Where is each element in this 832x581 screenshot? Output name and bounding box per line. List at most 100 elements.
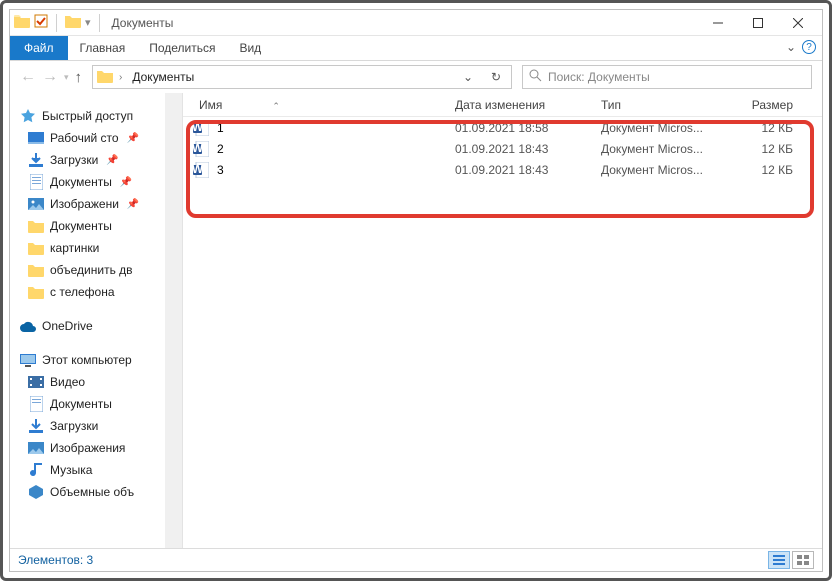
ribbon: Файл Главная Поделиться Вид ⌄ ?	[10, 36, 822, 61]
close-button[interactable]	[778, 10, 818, 36]
nav-row: ← → ▾ ↑ › Документы ⌄ ↻ Поиск: Документы	[10, 61, 822, 93]
address-bar[interactable]: › Документы ⌄ ↻	[92, 65, 512, 89]
sidebar-item-folder[interactable]: объединить дв	[10, 259, 182, 281]
sidebar-label: Музыка	[50, 463, 92, 477]
file-type: Документ Micros...	[601, 163, 731, 177]
nav-forward-icon[interactable]: →	[42, 68, 58, 86]
svg-text:W: W	[193, 141, 204, 155]
address-dropdown-icon[interactable]: ⌄	[457, 70, 479, 84]
maximize-button[interactable]	[738, 10, 778, 36]
sidebar-item-music[interactable]: Музыка	[10, 459, 182, 481]
sidebar-item-folder[interactable]: с телефона	[10, 281, 182, 303]
sidebar-item-pictures[interactable]: Изображени 📌	[10, 193, 182, 215]
column-name[interactable]: Имя⌃	[193, 98, 455, 112]
sidebar-label: с телефона	[50, 285, 115, 299]
sidebar-item-documents[interactable]: Документы📌	[10, 171, 182, 193]
file-date: 01.09.2021 18:43	[455, 163, 601, 177]
file-size: 12 КБ	[731, 121, 801, 135]
sidebar-this-pc[interactable]: Этот компьютер	[10, 349, 182, 371]
file-row[interactable]: W201.09.2021 18:43Документ Micros...12 К…	[183, 138, 822, 159]
column-type[interactable]: Тип	[601, 98, 731, 112]
sidebar-item-downloads[interactable]: Загрузки 📌	[10, 149, 182, 171]
file-name: 1	[217, 121, 455, 135]
qat-dropdown-icon[interactable]: ▾	[85, 16, 91, 29]
sidebar-item-documents[interactable]: Документы	[10, 393, 182, 415]
sidebar-item-3d[interactable]: Объемные объ	[10, 481, 182, 503]
file-date: 01.09.2021 18:43	[455, 142, 601, 156]
window-title: Документы	[112, 16, 174, 30]
view-details-button[interactable]	[768, 551, 790, 569]
sidebar-item-desktop[interactable]: Рабочий сто📌	[10, 127, 182, 149]
search-placeholder: Поиск: Документы	[548, 70, 650, 84]
folder-icon	[28, 284, 44, 300]
refresh-icon[interactable]: ↻	[485, 70, 507, 84]
view-icons-button[interactable]	[792, 551, 814, 569]
sidebar-onedrive[interactable]: OneDrive	[10, 315, 182, 337]
nav-recent-icon[interactable]: ▾	[64, 72, 69, 83]
downloads-icon	[28, 418, 44, 434]
pictures-icon	[28, 440, 44, 456]
music-icon	[28, 462, 44, 478]
title-bar: ▾ Документы	[10, 10, 822, 36]
sidebar-item-folder[interactable]: Документы	[10, 215, 182, 237]
cloud-icon	[20, 318, 36, 334]
file-list-pane: Имя⌃ Дата изменения Тип Размер W101.09.2…	[183, 93, 822, 548]
search-box[interactable]: Поиск: Документы	[522, 65, 812, 89]
star-icon	[20, 108, 36, 124]
folder-icon	[28, 240, 44, 256]
documents-icon	[28, 396, 44, 412]
file-size: 12 КБ	[731, 163, 801, 177]
folder-icon	[28, 262, 44, 278]
word-doc-icon: W	[193, 162, 209, 178]
pictures-icon	[28, 196, 44, 212]
file-type: Документ Micros...	[601, 142, 731, 156]
column-date[interactable]: Дата изменения	[455, 98, 601, 112]
svg-text:W: W	[193, 120, 204, 134]
word-doc-icon: W	[193, 120, 209, 136]
file-row[interactable]: W301.09.2021 18:43Документ Micros...12 К…	[183, 159, 822, 180]
status-bar: Элементов: 3	[10, 548, 822, 571]
file-date: 01.09.2021 18:58	[455, 121, 601, 135]
folder-icon	[97, 69, 113, 86]
sidebar-quick-access[interactable]: Быстрый доступ	[10, 105, 182, 127]
sidebar-label: Изображения	[50, 441, 125, 455]
3d-icon	[28, 484, 44, 500]
sidebar-label: Рабочий сто	[50, 131, 119, 145]
pin-icon: 📌	[120, 177, 132, 188]
status-count: Элементов: 3	[18, 553, 93, 567]
sidebar-label: Изображени	[50, 197, 119, 211]
pin-icon: 📌	[106, 155, 118, 166]
word-doc-icon: W	[193, 141, 209, 157]
column-size[interactable]: Размер	[731, 98, 801, 112]
nav-back-icon[interactable]: ←	[20, 68, 36, 86]
sidebar-label: Видео	[50, 375, 85, 389]
sidebar-item-folder[interactable]: картинки	[10, 237, 182, 259]
minimize-button[interactable]	[698, 10, 738, 36]
qat-checkbox-icon[interactable]	[34, 14, 48, 31]
file-row[interactable]: W101.09.2021 18:58Документ Micros...12 К…	[183, 117, 822, 138]
ribbon-tab-share[interactable]: Поделиться	[137, 36, 227, 60]
sidebar-item-pictures[interactable]: Изображения	[10, 437, 182, 459]
sidebar-label: OneDrive	[42, 319, 93, 333]
videos-icon	[28, 374, 44, 390]
sidebar-label: Этот компьютер	[42, 353, 132, 367]
ribbon-expand-icon[interactable]: ⌄	[786, 40, 796, 54]
folder-icon	[28, 218, 44, 234]
sidebar-label: Загрузки	[50, 153, 98, 167]
chevron-right-icon[interactable]: ›	[119, 72, 122, 83]
file-name: 2	[217, 142, 455, 156]
sidebar-label: картинки	[50, 241, 99, 255]
nav-up-icon[interactable]: ↑	[75, 69, 83, 86]
pin-icon: 📌	[127, 199, 139, 210]
sidebar-item-downloads[interactable]: Загрузки	[10, 415, 182, 437]
ribbon-tab-home[interactable]: Главная	[68, 36, 138, 60]
sidebar-item-videos[interactable]: Видео	[10, 371, 182, 393]
qat-folder-icon[interactable]	[65, 14, 81, 31]
ribbon-tab-view[interactable]: Вид	[227, 36, 273, 60]
breadcrumb-item[interactable]: Документы	[128, 70, 198, 84]
column-headers: Имя⌃ Дата изменения Тип Размер	[183, 93, 822, 117]
breadcrumb-label: Документы	[132, 70, 194, 84]
file-name: 3	[217, 163, 455, 177]
help-icon[interactable]: ?	[802, 40, 816, 54]
ribbon-file-tab[interactable]: Файл	[10, 36, 68, 60]
